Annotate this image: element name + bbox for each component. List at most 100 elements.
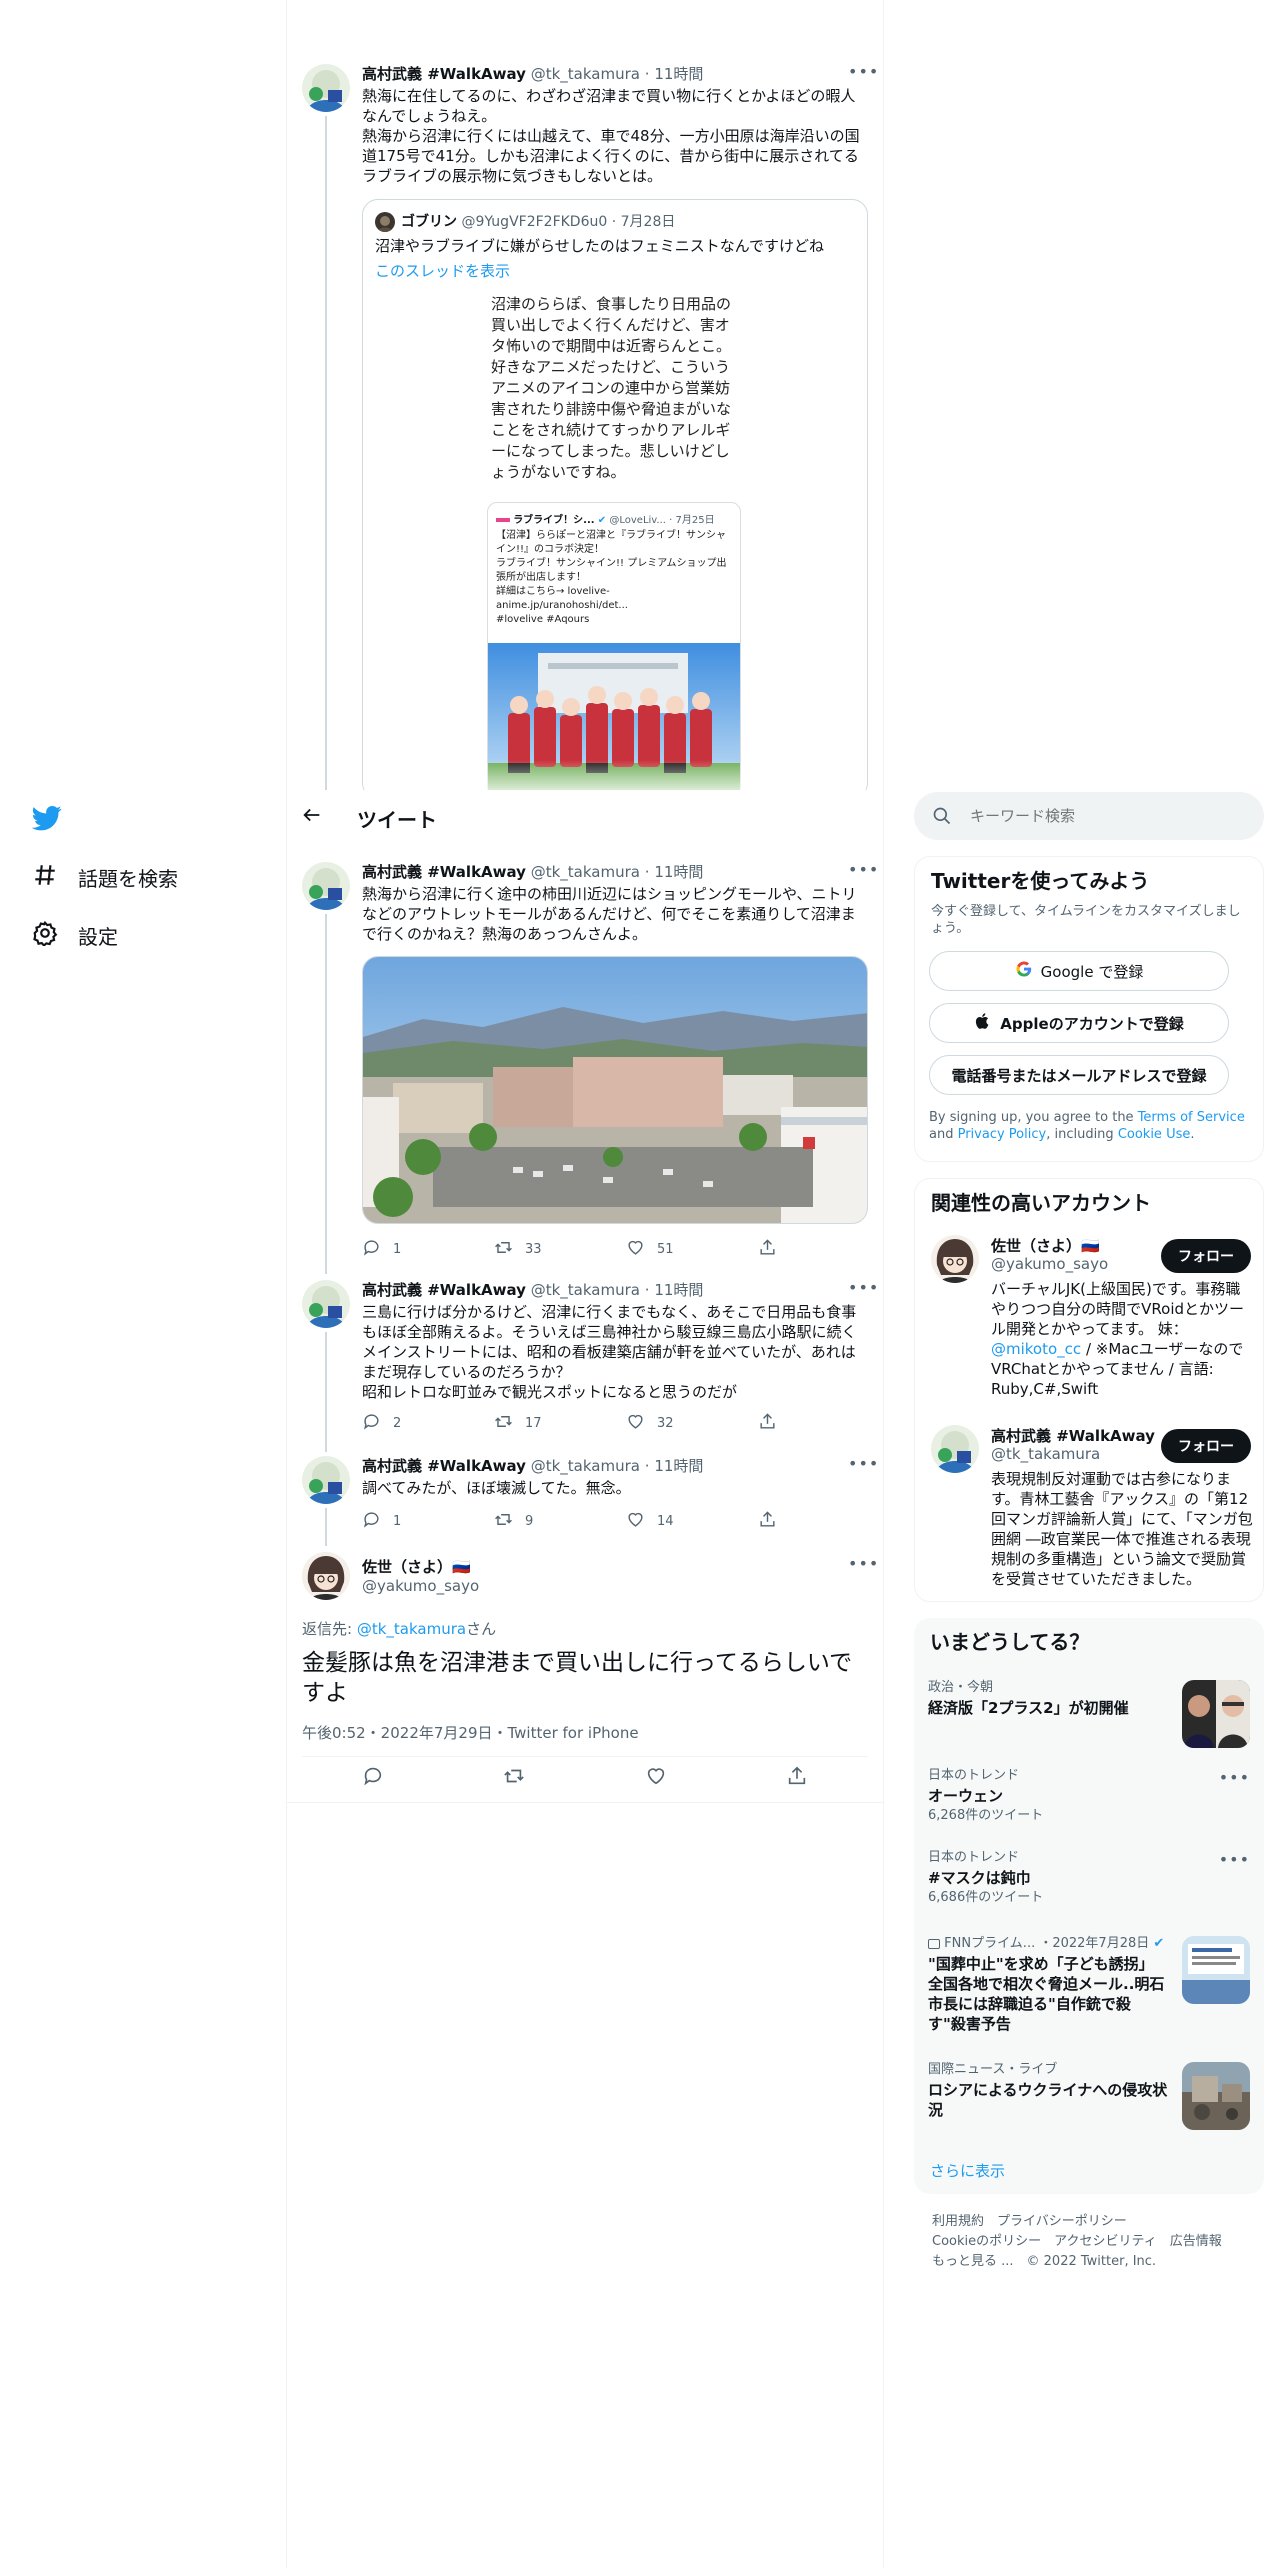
share-button[interactable] [758, 1510, 890, 1533]
reply-icon[interactable] [362, 1765, 384, 1791]
more-icon[interactable]: ••• [848, 1454, 879, 1473]
bio-text: バーチャルJK(上級国民)です。事務職やりつつ自分の時間でVRoidとかツール開… [991, 1280, 1245, 1338]
terms-of-service-link[interactable]: Terms of Service [1138, 1110, 1245, 1125]
avatar[interactable] [302, 64, 350, 112]
heart-icon[interactable] [645, 1765, 667, 1791]
trend-item[interactable]: FNNプライム... ・2022年7月28日 ✔ "国葬中止"を求め「子ども誘拐… [928, 1936, 1250, 2046]
share-button[interactable] [758, 1412, 890, 1435]
more-icon[interactable]: ••• [848, 62, 879, 81]
reply-button[interactable]: 2 [362, 1412, 494, 1435]
trend-item[interactable]: 日本のトレンド オーウェン 6,268件のツイート ••• [928, 1768, 1250, 1834]
reply-to-link[interactable]: @tk_takamura [357, 1620, 466, 1638]
nav-explore[interactable]: 話題を検索 [32, 862, 178, 893]
author-name[interactable]: 高村武義 #WalkAway [362, 1457, 526, 1475]
show-more-link[interactable]: さらに表示 [930, 2160, 1005, 2181]
author-handle[interactable]: @tk_takamura [531, 1457, 640, 1475]
tweet-time[interactable]: 11時間 [654, 1457, 703, 1475]
embedded-header: ラブライブ！シ... ✔ @LoveLiv... · 7月25日 [496, 511, 715, 526]
retweet-count: 9 [525, 1514, 534, 1529]
author-handle[interactable]: @tk_takamura [531, 65, 640, 83]
account-handle[interactable]: @yakumo_sayo [991, 1255, 1108, 1273]
share-icon[interactable] [786, 1765, 808, 1791]
google-signup-button[interactable]: Google で登録 [929, 951, 1229, 991]
more-icon[interactable]: ••• [848, 1554, 879, 1573]
trend-item[interactable]: 国際ニュース・ライブ ロシアによるウクライナへの侵攻状況 [928, 2062, 1250, 2132]
account-name[interactable]: 佐世（さよ）🇷🇺 [991, 1235, 1100, 1256]
embedded-date: 7月25日 [675, 515, 715, 526]
signup-terms: By signing up, you agree to the Terms of… [929, 1109, 1255, 1143]
avatar[interactable] [931, 1425, 979, 1473]
author-name[interactable]: 高村武義 #WalkAway [362, 1281, 526, 1299]
apple-icon [974, 1012, 992, 1034]
tweet-header: 高村武義 #WalkAway @tk_takamura · 11時間 [362, 65, 704, 83]
trend-item[interactable]: 日本のトレンド #マスクは鈍巾 6,686件のツイート ••• [928, 1850, 1250, 1916]
avatar[interactable] [302, 862, 350, 910]
author-handle[interactable]: @yakumo_sayo [362, 1577, 479, 1595]
more-icon[interactable]: ••• [848, 860, 879, 879]
retweet-button[interactable]: 33 [494, 1238, 626, 1261]
more-icon[interactable]: ••• [848, 1278, 879, 1297]
heart-icon [626, 1510, 645, 1533]
retweet-icon[interactable] [503, 1765, 525, 1791]
phone-email-signup-button[interactable]: 電話番号またはメールアドレスで登録 [929, 1055, 1229, 1095]
nav-settings[interactable]: 設定 [32, 920, 118, 951]
author-handle[interactable]: @tk_takamura [531, 1281, 640, 1299]
retweet-button[interactable]: 17 [494, 1412, 626, 1435]
google-icon [1015, 960, 1033, 982]
trend-title: "国葬中止"を求め「子ども誘拐」全国各地で相次ぐ脅迫メール..明石市長には辞職迫… [928, 1955, 1165, 2033]
avatar[interactable] [302, 1456, 350, 1504]
tweet-meta[interactable]: 午後0:52・2022年7月29日・Twitter for iPhone [302, 1722, 639, 1743]
like-button[interactable]: 51 [626, 1238, 758, 1261]
quote-author-name: ゴブリン [401, 214, 457, 230]
tweet-time[interactable]: 11時間 [654, 863, 703, 881]
nav-explore-label: 話題を検索 [78, 867, 178, 891]
avatar[interactable] [302, 1552, 350, 1600]
show-thread-link[interactable]: このスレッドを表示 [375, 260, 510, 281]
account-item[interactable]: 佐世（さよ）🇷🇺 @yakumo_sayo フォロー バーチャルJK(上級国民)… [915, 1235, 1265, 1405]
retweet-button[interactable]: 9 [494, 1510, 626, 1533]
reply-button[interactable]: 1 [362, 1238, 494, 1261]
search-input[interactable] [970, 804, 1240, 828]
tweet-time[interactable]: 11時間 [654, 65, 703, 83]
account-name[interactable]: 高村武義 #WalkAway [991, 1425, 1155, 1446]
signup-title: Twitterを使ってみよう [931, 869, 1150, 893]
quote-tweet-card[interactable]: ゴブリン @9YugVF2F2FKD6u0 · 7月28日 沼津やラブライブに嫌… [362, 199, 868, 799]
account-handle[interactable]: @tk_takamura [991, 1445, 1100, 1463]
footer-line[interactable]: もっと見る ... © 2022 Twitter, Inc. [932, 2252, 1222, 2272]
tweet-time[interactable]: 11時間 [654, 1281, 703, 1299]
more-icon[interactable]: ••• [1219, 1850, 1250, 1869]
author-name[interactable]: 高村武義 #WalkAway [362, 65, 526, 83]
quote-image[interactable]: 沼津のららぽ、食事したり日用品の買い出しでよく行くんだけど、害オタ怖いので期間中… [483, 288, 745, 798]
page-title: ツイート [357, 808, 437, 832]
avatar[interactable] [302, 1280, 350, 1328]
retweet-count: 33 [525, 1242, 542, 1257]
tweet-header: 高村武義 #WalkAway @tk_takamura · 11時間 [362, 1457, 704, 1475]
follow-button[interactable]: フォロー [1161, 1239, 1251, 1273]
tweet-photo[interactable] [362, 956, 868, 1224]
more-icon[interactable]: ••• [1219, 1768, 1250, 1787]
account-item[interactable]: 高村武義 #WalkAway @tk_takamura フォロー 表現規制反対運… [915, 1425, 1265, 1595]
bio-mention-link[interactable]: @mikoto_cc [991, 1340, 1081, 1358]
reply-suffix: さん [466, 1620, 497, 1638]
share-button[interactable] [758, 1238, 890, 1261]
author-name[interactable]: 佐世（さよ）🇷🇺 [362, 1556, 471, 1577]
follow-button[interactable]: フォロー [1161, 1429, 1251, 1463]
author-handle[interactable]: @tk_takamura [531, 863, 640, 881]
footer-line[interactable]: 利用規約 プライバシーポリシー [932, 2212, 1222, 2232]
avatar[interactable] [931, 1235, 979, 1283]
author-name[interactable]: 高村武義 #WalkAway [362, 863, 526, 881]
search-box[interactable] [914, 792, 1264, 840]
privacy-policy-link[interactable]: Privacy Policy [958, 1127, 1047, 1142]
search-icon [932, 806, 952, 830]
apple-signup-button[interactable]: Appleのアカウントで登録 [929, 1003, 1229, 1043]
main-tweet-text: 金髪豚は魚を沼津港まで買い出しに行ってるらしいですよ [302, 1650, 853, 1706]
footer-line[interactable]: Cookieのポリシー アクセシビリティ 広告情報 [932, 2232, 1222, 2252]
trend-title: 経済版「2プラス2」が初開催 [928, 1699, 1129, 1717]
like-button[interactable]: 32 [626, 1412, 758, 1435]
trend-item[interactable]: 政治・今朝 経済版「2プラス2」が初開催 [928, 1680, 1250, 1752]
back-arrow-icon[interactable] [301, 804, 323, 830]
reply-button[interactable]: 1 [362, 1510, 494, 1533]
like-button[interactable]: 14 [626, 1510, 758, 1533]
twitter-logo-icon[interactable] [31, 803, 62, 833]
cookie-use-link[interactable]: Cookie Use [1118, 1127, 1191, 1142]
